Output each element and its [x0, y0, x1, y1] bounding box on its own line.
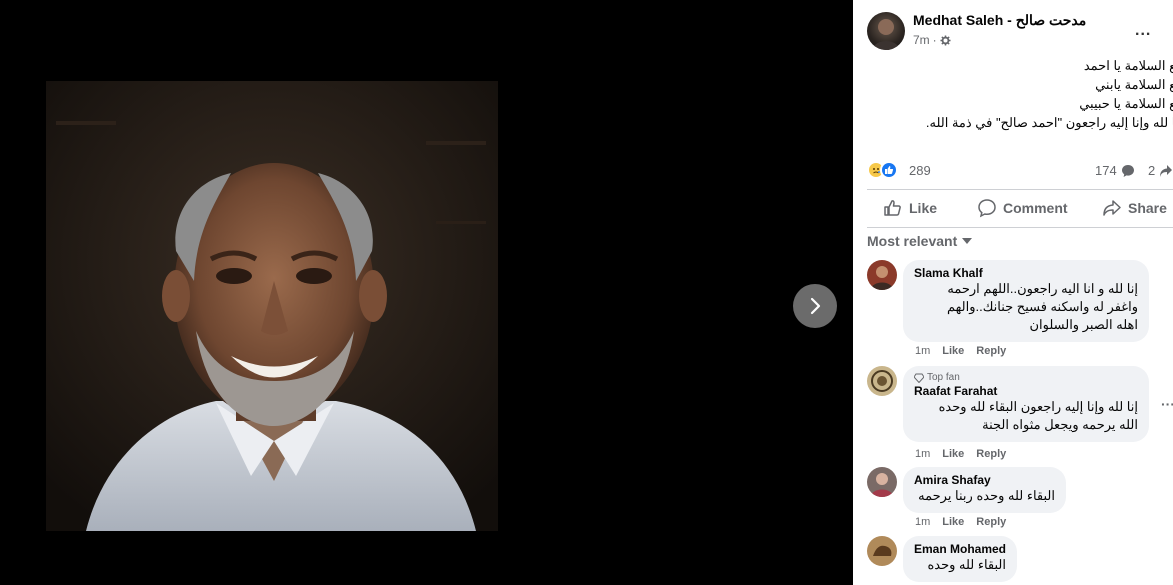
share-arrow-icon [1160, 164, 1173, 177]
commenter-name[interactable]: Eman Mohamed [914, 542, 1006, 556]
comment-label: Comment [1003, 200, 1068, 216]
comment-bubble: Slama Khalf إنا لله و انا اليه راجعون..ا… [903, 260, 1149, 342]
post-line: مع السلامة يابني [1095, 77, 1173, 92]
sort-label: Most relevant [867, 233, 958, 249]
post-line: مع السلامة يا حبيبي [1079, 96, 1173, 111]
comment-button[interactable]: Comment [977, 198, 1068, 218]
comment-bubble: Eman Mohamed البقاء لله وحده [903, 536, 1017, 582]
comment-time[interactable]: 1m [915, 448, 930, 460]
commenter-name[interactable]: Slama Khalf [914, 266, 1138, 280]
comment-time[interactable]: 1m [915, 345, 930, 357]
avatar-image [872, 19, 900, 50]
comment-count[interactable]: 174 [1095, 163, 1135, 178]
badge-label: Top fan [927, 372, 960, 383]
comment-reply-button[interactable]: Reply [976, 448, 1006, 460]
comment-line: البقاء لله وحده ربنا يرحمه [918, 488, 1055, 503]
comment-sort-dropdown[interactable]: Most relevant [867, 233, 973, 249]
comment-bubble: Amira Shafay البقاء لله وحده ربنا يرحمه [903, 467, 1066, 513]
comment-line: الله يرحمه ويجعل مثواه الجنة [982, 417, 1138, 432]
post-actions: Like Comment Share [867, 195, 1173, 223]
comment-meta: 1m Like Reply [915, 345, 1006, 357]
comment-icon [978, 199, 996, 218]
reactions-summary: 289 174 2 [867, 160, 1173, 180]
comment-meta: 1m Like Reply [915, 516, 1006, 528]
comment-meta: 1m Like Reply [915, 448, 1006, 460]
comment-like-button[interactable]: Like [942, 448, 964, 460]
post-time[interactable]: 7m [913, 33, 930, 47]
speech-bubble-icon [1121, 164, 1134, 177]
diamond-icon [914, 373, 924, 383]
avatar[interactable] [867, 12, 905, 50]
comment-reply-button[interactable]: Reply [976, 345, 1006, 357]
comment-line: البقاء لله وحده [927, 557, 1006, 572]
commenter-avatar[interactable] [867, 467, 897, 497]
photo-viewer [0, 0, 853, 585]
comment-line: إنا لله وإنا إليه راجعون البقاء لله وحده [938, 399, 1138, 414]
caret-down-icon [962, 238, 973, 244]
gear-icon [940, 34, 951, 46]
post-meta: 7m · [913, 33, 951, 47]
comment-count-value: 174 [1095, 163, 1117, 178]
commenter-avatar[interactable] [867, 536, 897, 566]
post-header: Medhat Saleh - مدحت صالح 7m · ... [867, 12, 1167, 52]
commenter-name[interactable]: Raafat Farahat [914, 384, 1138, 398]
post-line: إنا لله وإنا إليه راجعون "احمد صالح" في … [925, 115, 1173, 130]
top-fan-badge: Top fan [914, 372, 1138, 383]
author-name[interactable]: Medhat Saleh - مدحت صالح [913, 12, 1086, 29]
thumbs-up-icon [884, 200, 901, 216]
comment-line: إنا لله و انا اليه راجعون..اللهم ارحمه [947, 281, 1138, 296]
share-button[interactable]: Share [1102, 198, 1167, 218]
like-button[interactable]: Like [883, 198, 937, 218]
comment-like-button[interactable]: Like [942, 345, 964, 357]
like-reaction-icon [880, 161, 898, 179]
share-label: Share [1128, 200, 1167, 216]
commenter-avatar[interactable] [867, 366, 897, 396]
share-icon [1103, 200, 1121, 216]
chevron-right-icon [810, 297, 821, 315]
reaction-count[interactable]: 289 [909, 163, 931, 178]
comment-reply-button[interactable]: Reply [976, 516, 1006, 528]
comment-options-button[interactable]: ··· [1161, 396, 1173, 412]
commenter-avatar[interactable] [867, 260, 897, 290]
like-label: Like [909, 200, 938, 216]
share-count[interactable]: 2 [1148, 163, 1173, 178]
meta-dot: · [932, 33, 937, 47]
divider [867, 227, 1173, 228]
post-photo[interactable] [46, 81, 498, 531]
comment-bubble: Top fan Raafat Farahat إنا لله وإنا إليه… [903, 366, 1149, 442]
comment-time[interactable]: 1m [915, 516, 930, 528]
post-text: مع السلامة يا احمد مع السلامة يابني مع ا… [853, 56, 1173, 132]
share-count-value: 2 [1148, 163, 1156, 178]
comment-line: واغفر له واسكنه فسيح جنانك..والهم [946, 299, 1138, 314]
reaction-icons[interactable] [867, 161, 898, 179]
comment-line: اهله الصبر والسلوان [1029, 317, 1138, 332]
commenter-name[interactable]: Amira Shafay [914, 473, 1055, 487]
more-options-button[interactable]: ... [1135, 22, 1151, 40]
divider [867, 189, 1173, 190]
next-photo-button[interactable] [793, 284, 837, 328]
comment-like-button[interactable]: Like [942, 516, 964, 528]
post-panel: Medhat Saleh - مدحت صالح 7m · ... مع الس… [853, 0, 1173, 585]
portrait-image [46, 81, 498, 531]
post-line: مع السلامة يا احمد [1083, 58, 1173, 73]
